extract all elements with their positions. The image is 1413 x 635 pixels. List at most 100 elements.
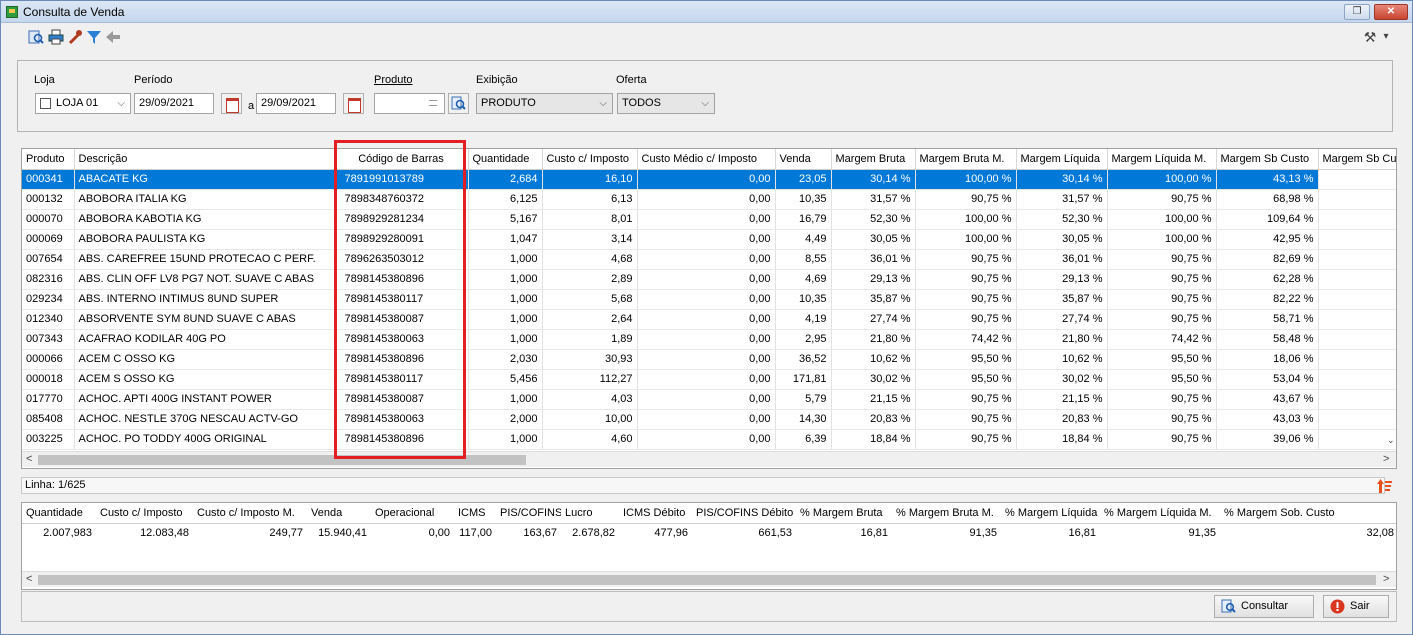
tools-icon[interactable]: ⚒ bbox=[1360, 29, 1380, 45]
restore-icon[interactable]: ❐ bbox=[1344, 4, 1370, 20]
table-cell: 5,79 bbox=[775, 389, 832, 410]
table-cell: 90,75 % bbox=[1107, 389, 1217, 410]
column-header[interactable]: Venda bbox=[775, 149, 832, 170]
oferta-select[interactable]: TODOS ⌵ bbox=[617, 93, 715, 114]
table-cell: ACEM S OSSO KG bbox=[74, 369, 335, 390]
sair-button[interactable]: Sair bbox=[1323, 595, 1389, 618]
table-row[interactable]: 082316 ABS. CLIN OFF LV8 PG7 NOT. SUAVE C… bbox=[22, 269, 1396, 290]
exibicao-label: Exibição bbox=[476, 74, 518, 86]
table-row[interactable]: 003225 ACHOC. PO TODDY 400G ORIGINAL 78981… bbox=[22, 429, 1396, 450]
table-cell: 27,74 % bbox=[831, 309, 916, 330]
table-cell: 2,684 bbox=[468, 169, 543, 190]
table-row[interactable]: 000069 ABOBORA PAULISTA KG 7898929280091 1,… bbox=[22, 229, 1396, 250]
grid-hscrollbar[interactable]: < > bbox=[22, 451, 1396, 467]
table-cell: 100,00 % bbox=[1107, 209, 1217, 230]
column-header[interactable]: Margem Bruta bbox=[831, 149, 916, 170]
summary-value: 16,81 bbox=[1068, 527, 1096, 540]
summary-value: 163,67 bbox=[523, 527, 557, 540]
table-row[interactable]: 007343 ACAFRAO KODILAR 40G PO 789814538006… bbox=[22, 329, 1396, 350]
table-cell: 39,06 % bbox=[1216, 429, 1319, 450]
summary-value: 2.678,82 bbox=[572, 527, 615, 540]
column-header[interactable]: Margem Líquida bbox=[1016, 149, 1108, 170]
table-row[interactable]: 017770 ACHOC. APTI 400G INSTANT POWER 7898… bbox=[22, 389, 1396, 410]
summary-column-header: ICMS Débito bbox=[619, 503, 692, 524]
tools-dropdown-icon[interactable]: ▾ bbox=[1381, 29, 1391, 45]
table-cell: 18,84 % bbox=[831, 429, 916, 450]
sair-label: Sair bbox=[1350, 600, 1370, 612]
calendar-from-icon[interactable] bbox=[221, 93, 242, 114]
scroll-left-icon[interactable]: < bbox=[26, 453, 32, 465]
table-cell: 8,01 bbox=[542, 209, 638, 230]
column-header[interactable]: Descrição bbox=[74, 149, 335, 170]
grid-header: Produto Descrição Código de Barras Quantida… bbox=[22, 149, 1396, 170]
date-to-field[interactable]: 29/09/2021 bbox=[256, 93, 336, 114]
table-row[interactable]: 000018 ACEM S OSSO KG 7898145380117 5,456 11… bbox=[22, 369, 1396, 390]
table-cell: 90,75 % bbox=[915, 269, 1017, 290]
produto-search-icon[interactable] bbox=[448, 93, 469, 114]
loja-select[interactable]: LOJA 01 ⌵ bbox=[35, 93, 131, 114]
table-cell: 1,000 bbox=[468, 249, 543, 270]
back-arrow-icon[interactable] bbox=[105, 29, 121, 45]
table-cell: 171,81 bbox=[775, 369, 832, 390]
calendar-to-icon[interactable] bbox=[343, 93, 364, 114]
scroll-thumb[interactable] bbox=[38, 455, 526, 465]
loja-checkbox[interactable] bbox=[40, 98, 51, 109]
date-from-field[interactable]: 29/09/2021 bbox=[134, 93, 214, 114]
consultar-label: Consultar bbox=[1241, 600, 1289, 612]
column-header[interactable]: Margem Líquida M. bbox=[1107, 149, 1217, 170]
table-cell: 109,64 % bbox=[1216, 209, 1319, 230]
table-cell: 58,71 % bbox=[1216, 309, 1319, 330]
table-row[interactable]: 000341 ABACATE KG 7891991013789 2,684 16,10 0… bbox=[22, 169, 1396, 190]
scroll-right-icon[interactable]: > bbox=[1383, 573, 1389, 585]
column-header[interactable]: Margem Sb Custo bbox=[1216, 149, 1319, 170]
consultar-button[interactable]: Consultar bbox=[1214, 595, 1314, 618]
table-cell: 8,55 bbox=[775, 249, 832, 270]
table-row[interactable]: 007654 ABS. CAREFREE 15UND PROTECAO C PER… bbox=[22, 249, 1396, 270]
close-icon[interactable]: ✕ bbox=[1374, 4, 1408, 20]
table-row[interactable]: 000070 ABOBORA KABOTIA KG 7898929281234 5,1… bbox=[22, 209, 1396, 230]
table-cell: 3,14 bbox=[542, 229, 638, 250]
column-header[interactable]: Custo Médio c/ Imposto bbox=[637, 149, 776, 170]
table-cell: 029234 bbox=[22, 289, 75, 310]
summary-column-header: % Margem Líquida M. bbox=[1100, 503, 1220, 524]
table-cell bbox=[1318, 309, 1396, 330]
scroll-down-icon[interactable]: ⌄ bbox=[1387, 435, 1395, 446]
table-cell: 0,00 bbox=[637, 189, 776, 210]
produto-label[interactable]: Produto bbox=[374, 74, 413, 86]
table-cell bbox=[1318, 369, 1396, 390]
wrench-icon[interactable] bbox=[67, 29, 83, 45]
column-header[interactable]: Produto bbox=[22, 149, 75, 170]
summary-hscrollbar[interactable]: < > bbox=[22, 571, 1396, 587]
search-icon[interactable] bbox=[28, 29, 44, 45]
table-cell: 6,13 bbox=[542, 189, 638, 210]
table-cell: 58,48 % bbox=[1216, 329, 1319, 350]
sort-icon[interactable] bbox=[1377, 478, 1393, 494]
column-header[interactable]: Custo c/ Imposto bbox=[542, 149, 638, 170]
table-row[interactable]: 085408 ACHOC. NESTLE 370G NESCAU ACTV-GO 7… bbox=[22, 409, 1396, 430]
scroll-right-icon[interactable]: > bbox=[1383, 453, 1389, 465]
table-row[interactable]: 012340 ABSORVENTE SYM 8UND SUAVE C ABAS 78… bbox=[22, 309, 1396, 330]
table-cell bbox=[1318, 389, 1396, 410]
table-row[interactable]: 000066 ACEM C OSSO KG 7898145380896 2,030 30… bbox=[22, 349, 1396, 370]
column-header[interactable]: Código de Barras bbox=[334, 149, 469, 170]
table-row[interactable]: 029234 ABS. INTERNO INTIMUS 8UND SUPER 789… bbox=[22, 289, 1396, 310]
exibicao-select[interactable]: PRODUTO ⌵ bbox=[476, 93, 613, 114]
table-cell: ACHOC. APTI 400G INSTANT POWER bbox=[74, 389, 335, 410]
summary-value: 117,00 bbox=[459, 527, 492, 540]
filter-icon[interactable] bbox=[86, 29, 102, 45]
ellipsis-icon[interactable] bbox=[429, 100, 437, 106]
scroll-left-icon[interactable]: < bbox=[26, 573, 32, 585]
table-row[interactable]: 000132 ABOBORA ITALIA KG 7898348760372 6,12… bbox=[22, 189, 1396, 210]
sales-grid[interactable]: Produto Descrição Código de Barras Quantida… bbox=[21, 148, 1397, 469]
table-cell: 90,75 % bbox=[915, 389, 1017, 410]
column-header[interactable]: Quantidade bbox=[468, 149, 543, 170]
table-cell: 35,87 % bbox=[831, 289, 916, 310]
table-cell: 36,52 bbox=[775, 349, 832, 370]
table-cell bbox=[1318, 289, 1396, 310]
print-icon[interactable] bbox=[48, 29, 64, 45]
scroll-thumb[interactable] bbox=[38, 575, 1376, 585]
chevron-down-icon: ⌵ bbox=[701, 98, 709, 109]
bottom-bar: Consultar Sair bbox=[21, 591, 1397, 622]
column-header[interactable]: Margem Sb Cu bbox=[1318, 149, 1396, 170]
column-header[interactable]: Margem Bruta M. bbox=[915, 149, 1017, 170]
